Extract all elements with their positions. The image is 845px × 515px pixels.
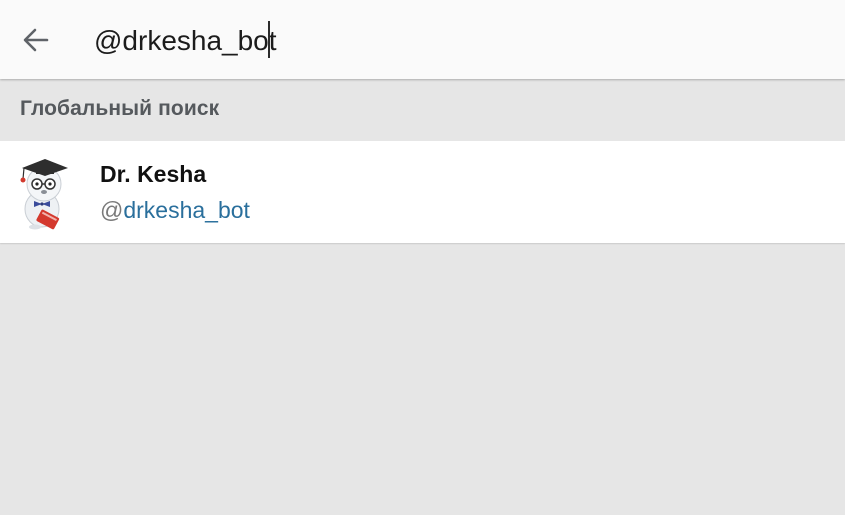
username-handle: drkesha_bot — [123, 197, 250, 223]
back-button[interactable] — [10, 14, 62, 66]
bot-avatar-icon — [20, 159, 68, 230]
result-username: @drkesha_bot — [100, 197, 250, 224]
search-result-row[interactable]: Dr. Kesha @drkesha_bot — [0, 141, 845, 243]
global-search-header: Глобальный поиск — [0, 80, 845, 140]
search-toolbar — [0, 0, 845, 79]
section-title: Глобальный поиск — [20, 97, 220, 120]
at-sign: @ — [100, 197, 124, 223]
result-name: Dr. Kesha — [100, 161, 207, 187]
search-input[interactable] — [94, 22, 794, 60]
arrow-left-icon — [23, 28, 49, 52]
text-cursor — [268, 21, 270, 58]
